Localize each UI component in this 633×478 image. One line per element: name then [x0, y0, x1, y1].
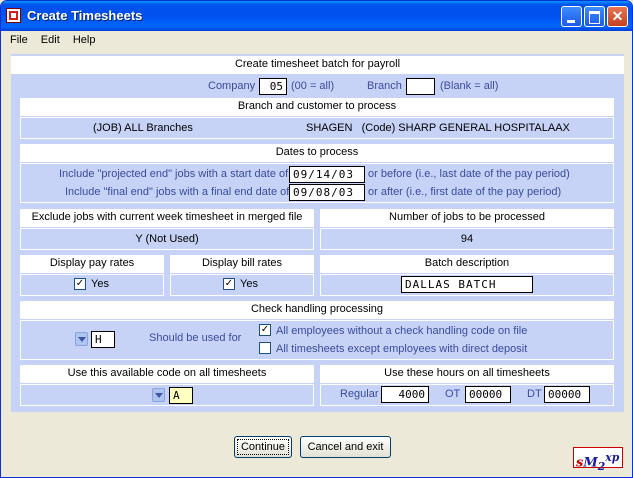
ot-label: OT [445, 388, 461, 400]
jobs-count-value: 94 [320, 228, 614, 250]
continue-button[interactable]: Continue [234, 436, 292, 458]
dates-header: Dates to process [20, 144, 614, 162]
company-input[interactable]: 05 [259, 78, 287, 95]
option-direct-deposit-label: All timesheets except employees with dir… [276, 343, 528, 355]
exclude-header: Exclude jobs with current week timesheet… [20, 209, 314, 227]
projected-date-input[interactable]: 09/14/03 [289, 166, 365, 183]
customer-text: SHAGEN (Code) SHARP GENERAL HOSPITALAAX [306, 122, 570, 134]
form-panel: Create timesheet batch for payroll Compa… [11, 54, 624, 412]
main-window: Create Timesheets ✕ File Edit Help Creat… [0, 0, 633, 478]
maximize-button[interactable] [584, 6, 605, 27]
regular-hours-input[interactable]: 4000 [381, 386, 429, 403]
dt-label: DT [527, 388, 542, 400]
available-code-header: Use this available code on all timesheet… [20, 365, 314, 383]
menu-bar: File Edit Help [5, 32, 100, 50]
menu-file[interactable]: File [5, 32, 33, 48]
title-bar[interactable]: Create Timesheets ✕ [1, 1, 632, 31]
jobs-count-header: Number of jobs to be processed [320, 209, 614, 227]
branch-hint: (Blank = all) [440, 80, 499, 92]
hours-header: Use these hours on all timesheets [320, 365, 614, 383]
available-code-box [20, 384, 314, 406]
option-no-check-code-label: All employees without a check handling c… [276, 325, 528, 337]
window-title: Create Timesheets [27, 8, 143, 23]
projected-label: Include "projected end" jobs with a star… [59, 168, 289, 180]
pay-rates-label: Yes [91, 278, 109, 290]
menu-help[interactable]: Help [68, 32, 101, 48]
available-code-input[interactable]: A [169, 387, 193, 404]
final-label: Include "final end" jobs with a final en… [65, 186, 290, 198]
branch-text: (JOB) ALL Branches [93, 122, 193, 134]
batch-header: Batch description [320, 255, 614, 273]
final-suffix: or after (i.e., first date of the pay pe… [368, 186, 562, 198]
available-code-dropdown[interactable] [152, 388, 165, 402]
app-icon [6, 8, 21, 23]
dt-hours-input[interactable]: 00000 [544, 386, 590, 403]
exclude-value: Y (Not Used) [20, 228, 314, 250]
bill-rates-checkbox[interactable]: ✓ [223, 278, 235, 290]
pay-rates-header: Display pay rates [20, 255, 164, 273]
minimize-button[interactable] [561, 6, 582, 27]
cancel-exit-button[interactable]: Cancel and exit [300, 436, 391, 458]
branch-input[interactable] [406, 78, 435, 95]
final-date-input[interactable]: 09/08/03 [289, 184, 365, 201]
batch-description-input[interactable]: DALLAS BATCH [401, 276, 533, 293]
company-hint: (00 = all) [291, 80, 335, 92]
close-icon: ✕ [611, 8, 624, 24]
bill-rates-header: Display bill rates [170, 255, 314, 273]
branch-customer-header: Branch and customer to process [20, 98, 614, 116]
projected-suffix: or before (i.e., last date of the pay pe… [368, 168, 570, 180]
check-code-dropdown[interactable] [75, 332, 88, 346]
option-no-check-code-checkbox[interactable]: ✓ [259, 324, 271, 336]
option-direct-deposit-checkbox[interactable] [259, 342, 271, 354]
ot-hours-input[interactable]: 00000 [465, 386, 511, 403]
logo-m: M [583, 455, 598, 471]
pay-rates-checkbox[interactable]: ✓ [74, 278, 86, 290]
smzxp-logo: sM2xp [573, 447, 623, 473]
logo-xp: xp [605, 451, 620, 464]
company-label: Company [208, 80, 256, 92]
branch-label: Branch [367, 80, 402, 92]
check-handling-header: Check handling processing [20, 301, 614, 319]
menu-edit[interactable]: Edit [36, 32, 65, 48]
close-button[interactable]: ✕ [607, 6, 628, 27]
used-for-label: Should be used for [149, 332, 242, 344]
payroll-header: Create timesheet batch for payroll [11, 56, 624, 74]
bill-rates-label: Yes [240, 278, 258, 290]
check-code-input[interactable]: H [91, 331, 115, 348]
regular-label: Regular [340, 388, 379, 400]
